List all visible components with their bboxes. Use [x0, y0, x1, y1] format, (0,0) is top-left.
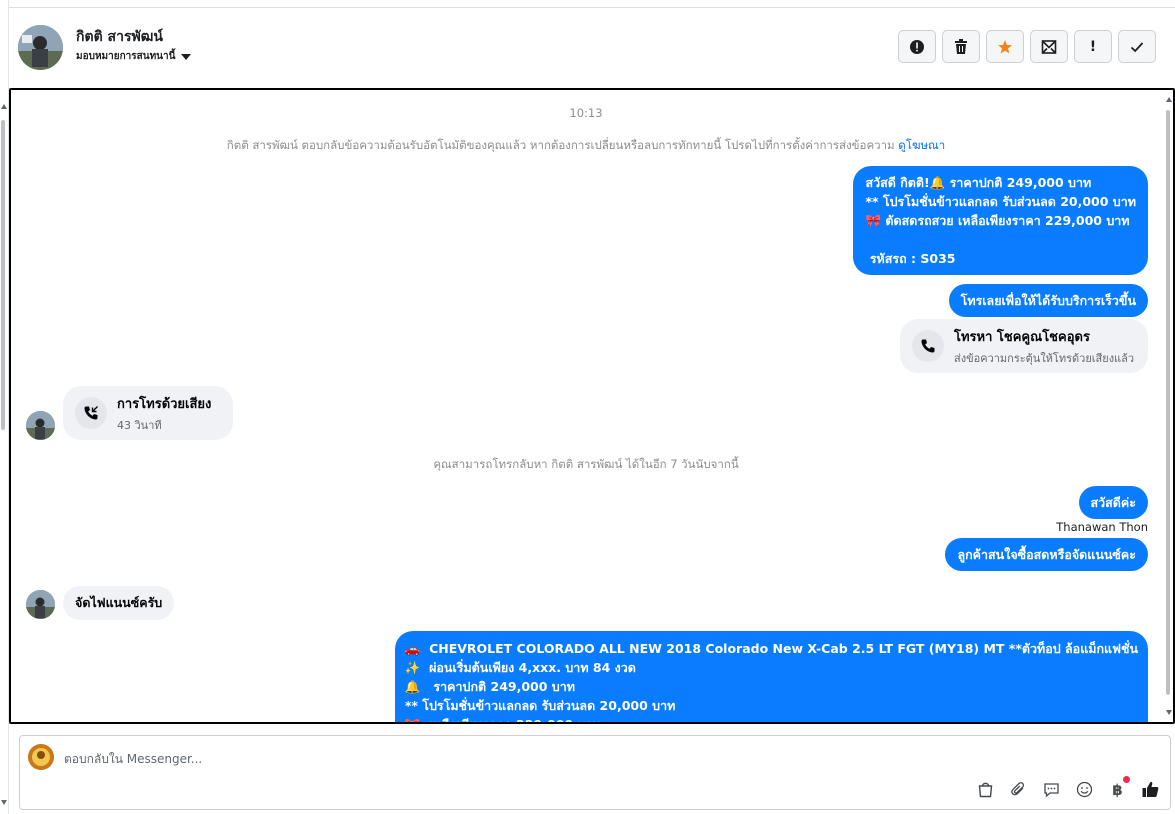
voice-call-duration: 43 วินาที — [117, 418, 162, 432]
delete-button[interactable] — [942, 30, 980, 63]
question-message[interactable]: ลูกค้าสนใจซื้อสดหรือจัดแนนซ์คะ — [945, 538, 1148, 571]
conversation-header: กิตติ สารพัฒน์ มอบหมายการสนทนานี้ ! — [10, 10, 1175, 86]
contact-avatar-small[interactable] — [26, 411, 55, 440]
star-button[interactable] — [986, 30, 1024, 63]
top-divider — [0, 7, 1175, 8]
greeting-message[interactable]: สวัสดี กิตติ!🔔 ราคาปกติ 249,000 บาท ** โ… — [853, 166, 1148, 275]
mark-unread-button[interactable] — [1030, 30, 1068, 63]
shopping-bag-icon[interactable] — [976, 780, 995, 799]
hello-message[interactable]: สวัสดีค่ะ — [1078, 486, 1148, 519]
mark-done-button[interactable] — [1118, 30, 1156, 63]
header-actions: ! — [898, 30, 1156, 63]
voice-call-title: การโทรด้วยเสียง — [117, 396, 212, 412]
phone-icon — [912, 330, 944, 362]
listing-message[interactable]: 🚗 CHEVROLET COLORADO ALL NEW 2018 Colora… — [394, 631, 1148, 722]
auto-reply-notice: กิตติ สารพัฒน์ ตอบกลับข้อความต้อนรับอัตโ… — [11, 137, 1161, 155]
contact-name[interactable]: กิตติ สารพัฒน์ — [76, 26, 163, 48]
contact-avatar[interactable] — [18, 25, 63, 70]
paperclip-icon[interactable] — [1009, 780, 1028, 799]
customer-reply-message[interactable]: จัดไฟแนนซ์ครับ — [63, 586, 175, 620]
contact-avatar-small[interactable] — [26, 590, 55, 619]
mark-spam-button[interactable] — [898, 30, 936, 63]
scroll-thumb[interactable] — [1166, 110, 1170, 695]
thumbs-up-icon[interactable] — [1141, 780, 1160, 799]
auto-reply-text: กิตติ สารพัฒน์ ตอบกลับข้อความต้อนรับอัตโ… — [226, 138, 895, 152]
assign-conversation-dropdown[interactable]: มอบหมายการสนทนานี้ — [76, 49, 192, 64]
chevron-down-icon — [181, 53, 192, 60]
scroll-up-arrow-icon[interactable] — [1166, 97, 1172, 102]
scroll-down-arrow-icon[interactable] — [1166, 710, 1172, 715]
timestamp: 10:13 — [569, 106, 603, 120]
alert-circle-icon — [910, 39, 924, 54]
reply-composer[interactable]: ตอบกลับใน Messenger... ฿ — [19, 735, 1171, 810]
scroll-thumb[interactable] — [1, 120, 5, 430]
missed-call-icon — [75, 397, 107, 429]
exclamation-icon: ! — [1089, 38, 1097, 55]
conversation-panel[interactable]: 10:13 กิตติ สารพัฒน์ ตอบกลับข้อความต้อนร… — [9, 88, 1175, 724]
left-scrollbar[interactable] — [0, 0, 9, 814]
trash-icon — [955, 38, 967, 54]
check-icon — [1130, 41, 1144, 52]
emoji-icon[interactable] — [1075, 780, 1094, 799]
callback-notice: คุณสามารถโทรกลับหา กิตติ สารพัฒน์ ได้ในอ… — [433, 457, 739, 471]
outgoing-call-card[interactable]: โทรหา โชคคูณโชคอุดร ส่งข้อความกระตุ้นให้… — [900, 319, 1148, 373]
follow-up-button[interactable]: ! — [1074, 30, 1112, 63]
call-now-message[interactable]: โทรเลยเพื่อให้ได้รับบริการเร็วขึ้น — [948, 284, 1148, 317]
star-icon — [998, 39, 1012, 53]
notification-dot — [1123, 776, 1130, 783]
message-input[interactable]: ตอบกลับใน Messenger... — [64, 750, 202, 769]
page-avatar — [28, 744, 54, 770]
scroll-down-arrow-icon[interactable] — [1, 800, 7, 805]
saved-reply-icon[interactable] — [1042, 780, 1061, 799]
view-ad-link[interactable]: ดูโฆษณา — [898, 138, 945, 152]
assign-label: มอบหมายการสนทนานี้ — [76, 51, 176, 62]
conversation-scrollbar[interactable] — [1164, 90, 1173, 722]
scroll-up-arrow-icon[interactable] — [1, 104, 7, 109]
agent-name: Thanawan Thon — [1056, 520, 1148, 534]
envelope-icon — [1041, 39, 1057, 54]
call-card-subtitle: ส่งข้อความกระตุ้นให้โทรด้วยเสียงแล้ว — [954, 351, 1135, 365]
incoming-voice-call-card[interactable]: การโทรด้วยเสียง 43 วินาที — [63, 386, 233, 440]
call-card-title: โทรหา โชคคูณโชคอุดร — [954, 329, 1090, 345]
composer-toolbar: ฿ — [976, 776, 1160, 799]
baht-icon[interactable]: ฿ — [1108, 776, 1130, 799]
